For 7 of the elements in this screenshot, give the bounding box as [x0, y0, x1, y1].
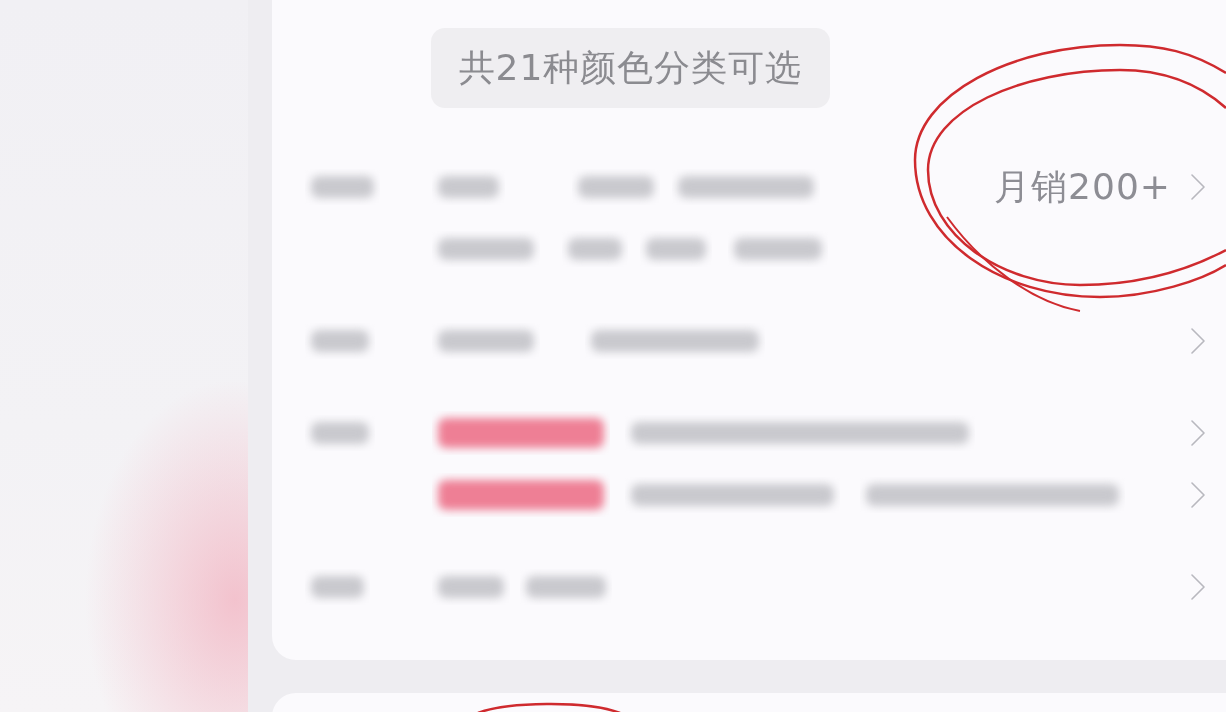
chevron-right-icon[interactable] [1191, 174, 1205, 200]
chevron-right-icon[interactable] [1191, 574, 1205, 600]
color-options-badge: 共21种颜色分类可选 [431, 28, 830, 108]
chevron-right-icon[interactable] [1191, 328, 1205, 354]
chevron-right-icon[interactable] [1191, 482, 1205, 508]
monthly-sales: 月销200+ [994, 164, 1171, 209]
chevron-right-icon[interactable] [1191, 420, 1205, 446]
